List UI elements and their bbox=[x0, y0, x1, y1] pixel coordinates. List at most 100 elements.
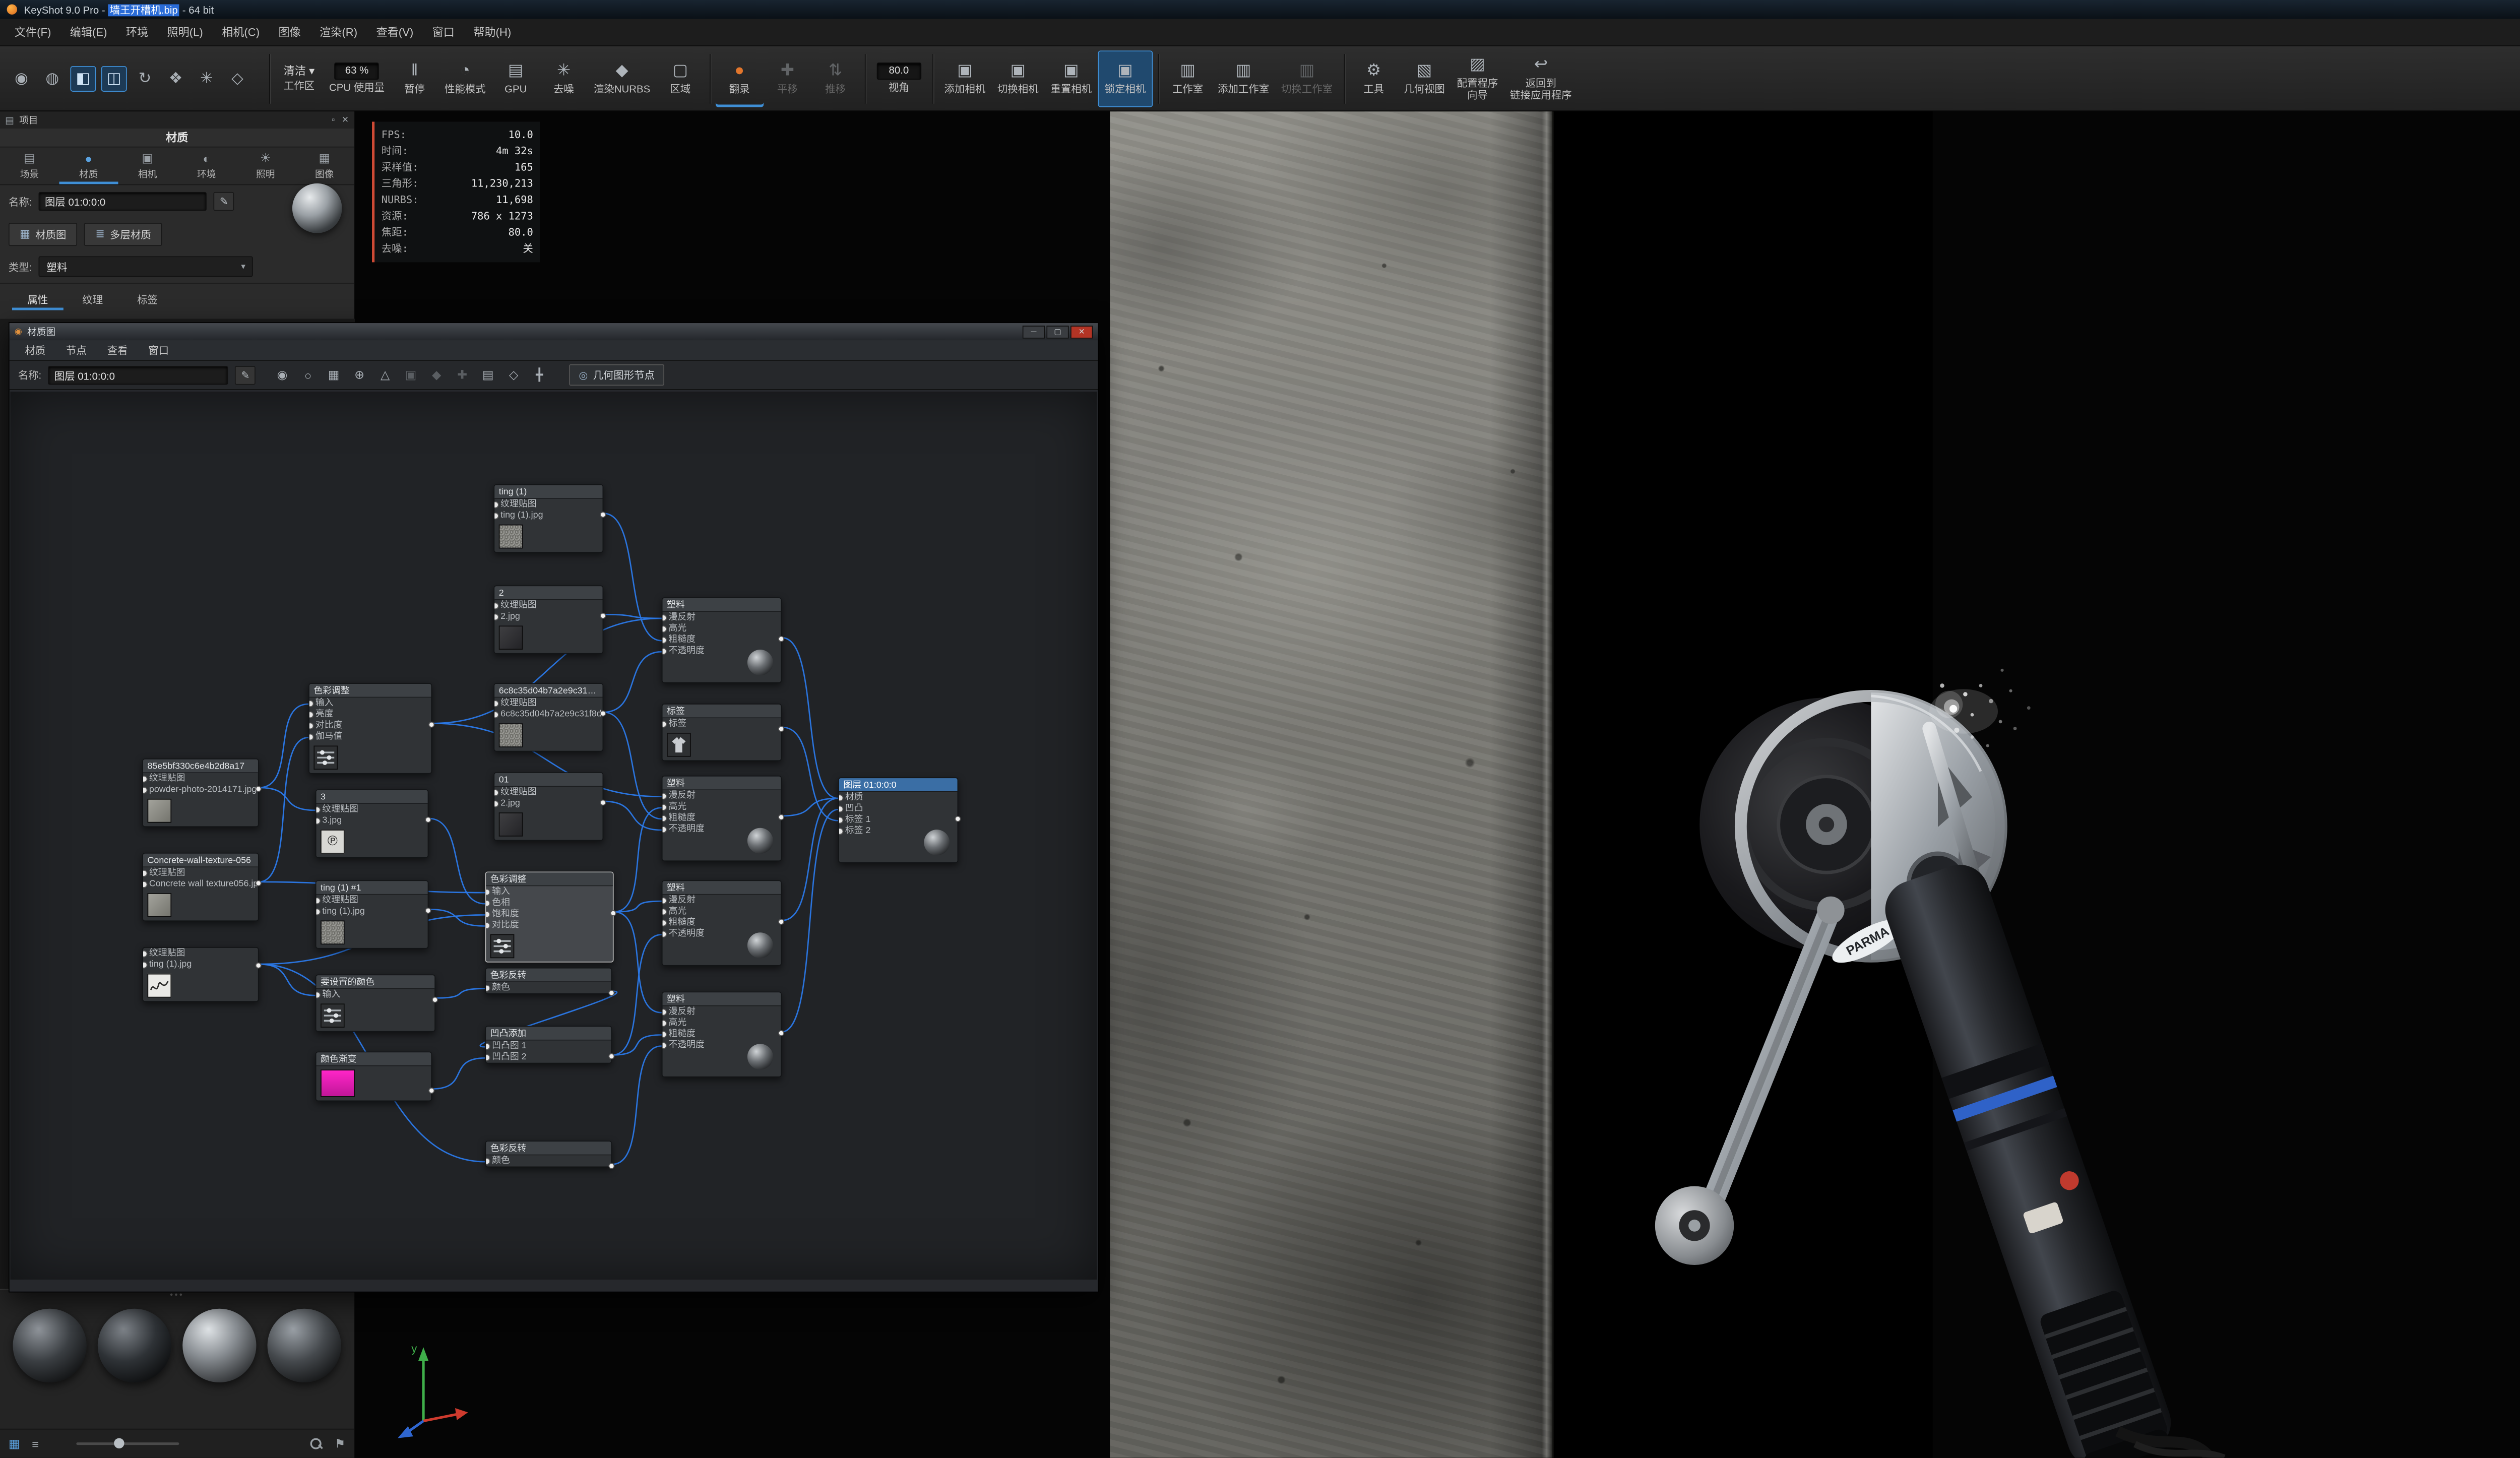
add-studio-button[interactable]: ▥添加工作室 bbox=[1212, 50, 1275, 106]
return-linked-app-button[interactable]: ↩返回到 链接应用程序 bbox=[1504, 50, 1578, 106]
output-port[interactable] bbox=[608, 1053, 614, 1059]
material-graph-button[interactable]: ▦ 材质图 bbox=[9, 222, 78, 245]
output-port[interactable] bbox=[425, 817, 431, 823]
render-nurbs-button[interactable]: ◆渲染NURBS bbox=[588, 50, 656, 106]
preview-sphere-icon[interactable]: ◉ bbox=[271, 365, 293, 386]
tab-lighting[interactable]: ☀照明 bbox=[236, 147, 295, 184]
menu-lighting[interactable]: 照明(L) bbox=[158, 19, 213, 46]
output-port[interactable] bbox=[600, 800, 606, 806]
output-port[interactable] bbox=[256, 880, 262, 886]
graph-menu-window[interactable]: 窗口 bbox=[138, 343, 179, 357]
cpu-usage-value[interactable]: 63 % bbox=[335, 62, 379, 80]
cpu-usage-button[interactable]: 63 %CPU 使用量 bbox=[323, 50, 391, 106]
lock-camera-button[interactable]: ▣锁定相机 bbox=[1098, 50, 1153, 106]
graph-window-titlebar[interactable]: ◉ 材质图 ─▢✕ bbox=[10, 323, 1098, 340]
output-port[interactable] bbox=[955, 816, 961, 822]
graph-node-n10[interactable]: 3纹理贴图3.jpg℗ bbox=[316, 789, 428, 858]
target-icon[interactable]: ⊕ bbox=[348, 365, 370, 386]
output-port[interactable] bbox=[425, 908, 431, 914]
graph-node-n3[interactable]: 塑料漫反射高光粗糙度不透明度 bbox=[662, 597, 782, 683]
output-port[interactable] bbox=[600, 512, 606, 518]
output-port[interactable] bbox=[778, 636, 784, 642]
tumble-button[interactable]: ●翻录 bbox=[715, 50, 763, 106]
menu-window[interactable]: 窗口 bbox=[423, 19, 464, 46]
graph-node-n17[interactable]: 色彩反转颜色 bbox=[485, 968, 612, 994]
multi-material-button[interactable]: ≣ 多层材质 bbox=[84, 222, 162, 245]
tab-material[interactable]: ●材质 bbox=[59, 147, 118, 184]
view-grid-icon[interactable]: ▦ bbox=[9, 1436, 20, 1451]
tools-button[interactable]: ⚙工具 bbox=[1350, 50, 1398, 106]
output-port[interactable] bbox=[608, 989, 614, 995]
layout-left-icon[interactable]: ◧ bbox=[70, 66, 96, 91]
slider-thumb[interactable] bbox=[114, 1438, 124, 1448]
graph-material-name-input[interactable]: 图层 01:0:0:0 bbox=[48, 365, 228, 384]
graph-node-n14[interactable]: 塑料漫反射高光粗糙度不透明度 bbox=[662, 880, 782, 966]
studios-button[interactable]: ▥工作室 bbox=[1164, 50, 1212, 106]
material-sphere-3[interactable] bbox=[182, 1309, 256, 1382]
graph-node-n22[interactable]: 图层 01:0:0:0材质凹凸标签 1标签 2 bbox=[838, 777, 958, 863]
cleanup-mode-button[interactable]: 清洁 ▾工作区 bbox=[275, 50, 323, 106]
graph-maximize-button[interactable]: ▢ bbox=[1046, 325, 1068, 338]
menu-environment[interactable]: 环境 bbox=[116, 19, 158, 46]
tab-image[interactable]: ▦图像 bbox=[295, 147, 354, 184]
graph-menu-material[interactable]: 材质 bbox=[15, 343, 56, 357]
search-icon[interactable] bbox=[310, 1438, 323, 1450]
configure-wizard-button[interactable]: ▨配置程序 向导 bbox=[1451, 50, 1504, 106]
output-port[interactable] bbox=[256, 786, 262, 792]
close-panel-button[interactable]: ✕ bbox=[342, 115, 349, 125]
tab-environment[interactable]: ◐环境 bbox=[177, 147, 236, 184]
output-port[interactable] bbox=[778, 726, 784, 732]
project-panel-header[interactable]: ▤ 项目 ▫✕ bbox=[0, 111, 354, 129]
switch-camera-button[interactable]: ▣切换相机 bbox=[991, 50, 1044, 106]
layout-grid-icon[interactable]: ◫ bbox=[101, 66, 127, 91]
view-list-icon[interactable]: ≡ bbox=[32, 1437, 39, 1450]
turntable-icon[interactable]: ↻ bbox=[132, 66, 158, 91]
graph-node-n21[interactable]: 色彩反转颜色 bbox=[485, 1140, 612, 1167]
tab-camera[interactable]: ▣相机 bbox=[118, 147, 177, 184]
menu-edit[interactable]: 编辑(E) bbox=[60, 19, 116, 46]
graph-node-n8[interactable]: 塑料漫反射高光粗糙度不透明度 bbox=[662, 776, 782, 861]
graph-node-n13[interactable]: 色彩调整输入色相饱和度对比度 bbox=[485, 871, 614, 962]
reset-camera-button[interactable]: ▣重置相机 bbox=[1045, 50, 1098, 106]
graph-close-button[interactable]: ✕ bbox=[1070, 325, 1093, 338]
fov-button[interactable]: 80.0视角 bbox=[870, 50, 927, 106]
render-preview-icon[interactable]: ○ bbox=[297, 365, 319, 386]
menu-help[interactable]: 帮助(H) bbox=[464, 19, 521, 46]
graph-node-n4[interactable]: 6c8c35d04b7a2e9c31f8d2纹理贴图6c8c35d04b7a2e… bbox=[494, 683, 604, 751]
region-button[interactable]: ▢区域 bbox=[656, 50, 704, 106]
graph-node-n6[interactable]: 色彩调整输入亮度对比度伽马值 bbox=[308, 683, 432, 774]
pause-button[interactable]: ‖暂停 bbox=[391, 50, 438, 106]
graph-node-n12[interactable]: ting (1) #1纹理贴图ting (1).jpg bbox=[316, 880, 428, 948]
performance-mode-button[interactable]: ◔性能模式 bbox=[438, 50, 491, 106]
graph-node-n2[interactable]: 2纹理贴图2.jpg bbox=[494, 585, 604, 654]
menu-render[interactable]: 渲染(R) bbox=[310, 19, 366, 46]
graph-node-n19[interactable]: 颜色渐变 bbox=[316, 1052, 432, 1102]
subtab-labels[interactable]: 标签 bbox=[122, 289, 173, 310]
graph-menu-node[interactable]: 节点 bbox=[56, 343, 97, 357]
thumbnail-size-slider[interactable] bbox=[77, 1442, 179, 1445]
graph-node-n18[interactable]: 塑料漫反射高光粗糙度不透明度 bbox=[662, 992, 782, 1077]
title-bar[interactable]: KeyShot 9.0 Pro - 墙王开槽机.bip - 64 bit ─▢✕ bbox=[0, 0, 2520, 19]
float-panel-button[interactable]: ▫ bbox=[332, 115, 335, 125]
layout-icon[interactable]: ▤ bbox=[477, 365, 499, 386]
denoise-button[interactable]: ✳去噪 bbox=[540, 50, 588, 106]
gpu-mode-button[interactable]: ▤GPU bbox=[492, 50, 540, 106]
graph-node-n5[interactable]: 标签标签 bbox=[662, 704, 782, 761]
output-port[interactable] bbox=[778, 814, 784, 820]
output-port[interactable] bbox=[432, 996, 438, 1002]
menu-file[interactable]: 文件(F) bbox=[5, 19, 60, 46]
eyedropper-button[interactable]: ✎ bbox=[214, 192, 234, 211]
flag-icon[interactable]: ⚑ bbox=[335, 1436, 345, 1451]
material-name-input[interactable]: 图层 01:0:0:0 bbox=[39, 192, 207, 211]
menu-image[interactable]: 图像 bbox=[269, 19, 310, 46]
graph-canvas[interactable]: ting (1)纹理贴图ting (1).jpg2纹理贴图2.jpg塑料漫反射高… bbox=[10, 392, 1097, 1280]
menu-camera[interactable]: 相机(C) bbox=[213, 19, 269, 46]
geometry-node-button[interactable]: ◎ 几何图形节点 bbox=[570, 364, 664, 386]
output-port[interactable] bbox=[428, 1087, 434, 1093]
subtab-textures[interactable]: 纹理 bbox=[67, 289, 118, 310]
material-type-select[interactable]: 塑料 ▾ bbox=[39, 256, 253, 277]
geometry-cube-icon[interactable]: ◇ bbox=[225, 66, 250, 91]
graph-node-n16[interactable]: 要设置的颜色输入 bbox=[316, 975, 435, 1032]
output-port[interactable] bbox=[610, 910, 616, 916]
output-port[interactable] bbox=[428, 722, 434, 728]
